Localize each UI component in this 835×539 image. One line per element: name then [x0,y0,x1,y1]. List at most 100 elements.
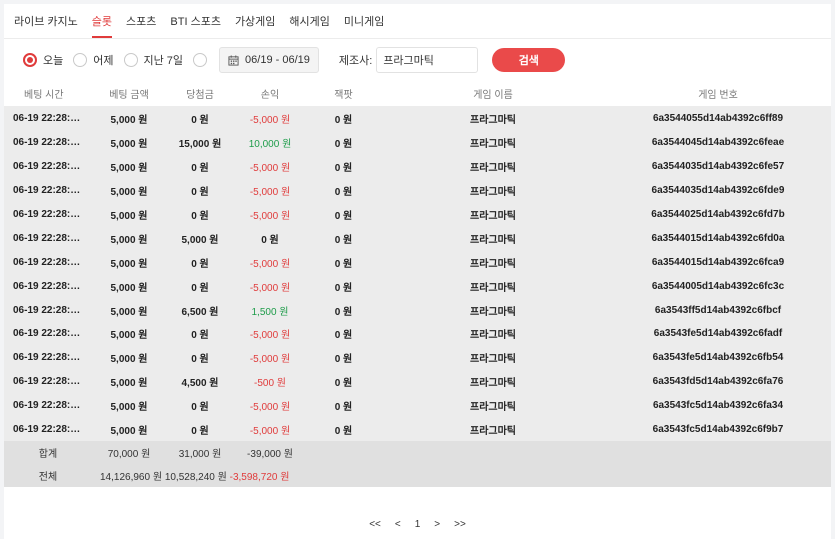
cell-jackpot: 0 원 [306,322,381,346]
cell-jackpot: 0 원 [306,369,381,394]
cell-profit: -5,000 원 [234,202,306,227]
cell-bet-amount: 5,000 원 [92,178,166,203]
cell-win-amount: 0 원 [166,322,234,346]
maker-label: 제조사: [338,55,373,67]
table-row[interactable]: 06-19 22:28:… 5,000 원0 원 -5,000 원0 원 프라그마틱 6… [4,274,831,299]
column-header: 게임 이름 [381,81,605,107]
radio-yesterday[interactable]: 어제 [73,52,114,68]
column-header: 베팅 시간 [4,81,92,107]
cell-win-amount: 0 원 [166,274,234,299]
game-category-tabs: 라이브 카지노 슬롯 스포츠 BTI 스포츠 가상게임 해시게임 미니게임 [4,4,831,39]
cell-profit: -500 원 [234,369,306,394]
date-range-text: 06/19 - 06/19 [245,54,310,66]
cell-bet-time: 06-19 22:28:… [4,226,92,251]
table-row[interactable]: 06-19 22:28:… 5,000 원 5,000 원0 원0 원 프라그마틱 6a… [4,226,831,251]
table-row[interactable]: 06-19 22:28:… 5,000 원0 원 -5,000 원0 원 프라그마틱 6… [4,178,831,203]
cell-bet-time: 06-19 22:28:… [4,250,92,275]
table-row[interactable]: 06-19 22:28:… 5,000 원0 원 -5,000 원0 원 프라그마틱 6… [4,106,831,131]
cell-profit: -5,000 원 [234,250,306,275]
cell-game-id: 6a3544015d14ab4392c6fd0a [605,226,831,251]
cell-profit: -5,000 원 [234,393,306,418]
table-row[interactable]: 06-19 22:28:… 5,000 원0 원 -5,000 원0 원 프라그마틱 6… [4,322,831,346]
first-page-button[interactable]: << [369,519,381,530]
tab-3[interactable]: BTI 스포츠 [170,13,221,38]
cell-jackpot: 0 원 [306,106,381,131]
date-range-picker[interactable]: 06/19 - 06/19 [219,47,319,73]
cell-game-name: 프라그마틱 [381,369,605,394]
cell-bet-time: 06-19 22:28:… [4,417,92,442]
cell-profit: -5,000 원 [234,274,306,299]
radio-dot-icon [123,53,138,67]
tab-1[interactable]: 슬롯 [91,13,113,38]
cell-bet-amount: 5,000 원 [92,250,166,275]
cell-bet-amount: 5,000 원 [92,417,166,442]
cell-game-id: 6a3543fd5d14ab4392c6fa76 [605,369,831,394]
search-button[interactable]: 검색 [492,48,566,72]
radio-dot-icon [193,53,208,67]
current-page[interactable]: 1 [415,519,421,530]
next-page-button[interactable]: > [434,519,440,530]
cell-profit: -5,000 원 [234,154,306,179]
cell-bet-amount: 5,000 원 [92,130,166,155]
cell-bet-amount: 5,000 원 [92,322,166,346]
table-row[interactable]: 06-19 22:28:… 5,000 원 15,000 원 10,000 원0 원프… [4,130,831,155]
table-row[interactable]: 06-19 22:28:… 5,000 원0 원 -5,000 원0 원 프라그마틱 6… [4,345,831,370]
cell-win-amount: 4,500 원 [166,369,234,394]
cell-bet-time: 06-19 22:28:… [4,202,92,227]
cell-profit: -5,000 원 [234,178,306,203]
cell-win-amount: 0 원 [166,250,234,275]
cell-bet-time: 06-19 22:28:… [4,369,92,394]
tab-5[interactable]: 해시게임 [289,13,329,38]
cell-profit: 10,000 원 [234,130,306,155]
tab-2[interactable]: 스포츠 [126,13,156,38]
cell-profit: 1,500 원 [234,298,306,323]
prev-page-button[interactable]: < [395,519,401,530]
tab-0[interactable]: 라이브 카지노 [14,13,78,38]
last-page-button[interactable]: >> [454,519,466,530]
cell-jackpot: 0 원 [306,417,381,442]
cell-profit: -5,000 원 [234,345,306,370]
cell-jackpot: 0 원 [306,250,381,275]
cell-game-id: 6a3544005d14ab4392c6fc3c [605,274,831,299]
cell-bet-time: 06-19 22:28:… [4,274,92,299]
cell-game-name: 프라그마틱 [381,274,605,299]
cell-win-amount: 5,000 원 [166,226,234,251]
table-row[interactable]: 06-19 22:28:… 5,000 원0 원 -5,000 원0 원 프라그마틱 6… [4,154,831,179]
total-bet: 14,126,960 원 [100,472,163,484]
radio-today[interactable]: 오늘 [23,52,63,68]
table-row[interactable]: 06-19 22:28:… 5,000 원 6,500 원 1,500 원0 원 프라그… [4,298,831,323]
total-values: 14,126,960 원 10,528,240 원 -3,598,720 원 [92,464,306,488]
cell-game-id: 6a3544025d14ab4392c6fd7b [605,202,831,227]
table-row[interactable]: 06-19 22:28:… 5,000 원 4,500 원 -500 원0 원 프라그마… [4,369,831,394]
total-profit: -3,598,720 원 [229,472,290,484]
cell-game-id: 6a3544035d14ab4392c6fde9 [605,178,831,203]
table-row[interactable]: 06-19 22:28:… 5,000 원0 원 -5,000 원0 원 프라그마틱 6… [4,250,831,275]
cell-bet-amount: 5,000 원 [92,369,166,394]
radio-last-7-days[interactable]: 지난 7일 [123,52,183,68]
cell-game-name: 프라그마틱 [381,130,605,155]
cell-bet-amount: 5,000 원 [92,274,166,299]
cell-bet-time: 06-19 22:28:… [4,106,92,131]
cell-win-amount: 0 원 [166,417,234,442]
cell-win-amount: 15,000 원 [166,130,234,155]
table-row[interactable]: 06-19 22:28:… 5,000 원0 원 -5,000 원0 원 프라그마틱 6… [4,202,831,227]
cell-win-amount: 6,500 원 [166,298,234,323]
cell-game-name: 프라그마틱 [381,345,605,370]
maker-input[interactable] [376,47,479,73]
cell-win-amount: 0 원 [166,178,234,203]
tab-6[interactable]: 미니게임 [344,13,384,38]
table-row[interactable]: 06-19 22:28:… 5,000 원0 원 -5,000 원0 원 프라그마틱 6… [4,417,831,442]
cell-game-name: 프라그마틱 [381,250,605,275]
cell-game-name: 프라그마틱 [381,393,605,418]
subtotal-win: 31,000 원 [166,441,234,465]
radio-custom-range[interactable] [193,53,213,67]
cell-game-id: 6a3544035d14ab4392c6fe57 [605,154,831,179]
radio-today-label: 오늘 [43,55,64,67]
subtotal-profit: -39,000 원 [234,441,306,465]
table-row[interactable]: 06-19 22:28:… 5,000 원0 원 -5,000 원0 원 프라그마틱 6… [4,393,831,418]
cell-game-name: 프라그마틱 [381,322,605,346]
cell-game-id: 6a3543fc5d14ab4392c6fa34 [605,393,831,418]
tab-4[interactable]: 가상게임 [235,13,275,38]
subtotal-bet: 70,000 원 [92,441,166,465]
cell-win-amount: 0 원 [166,202,234,227]
